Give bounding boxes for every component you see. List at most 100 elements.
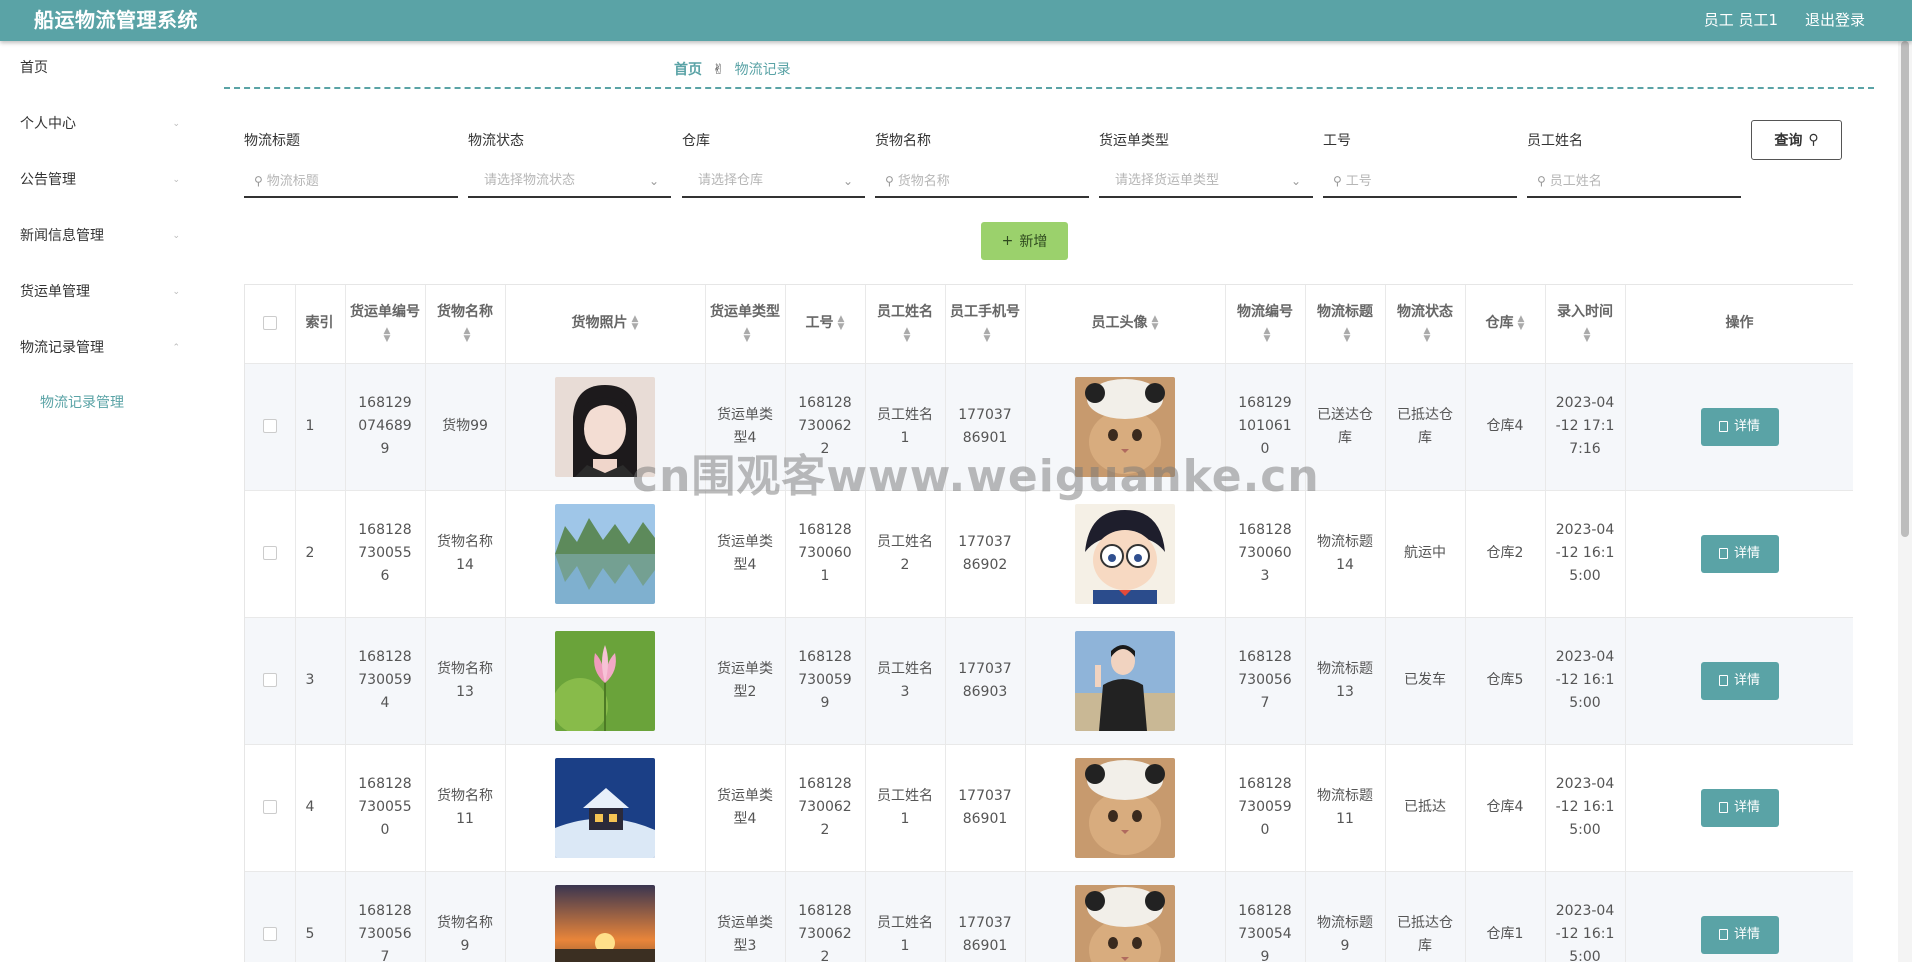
col-goods-img[interactable]: 货物照片 ▲ ▼ — [505, 285, 706, 364]
order-type-select[interactable]: 请选择货运单类型 ⌄ — [1099, 164, 1313, 198]
sidebar-item-orders[interactable]: 货运单管理 ⌄ — [20, 280, 180, 304]
col-order-no[interactable]: 货运单编号▲ ▼ — [345, 285, 426, 364]
employee-avatar[interactable] — [1075, 884, 1175, 962]
goods-photo[interactable] — [555, 630, 655, 731]
row-checkbox[interactable] — [245, 617, 296, 745]
table-header-row: 索引 货运单编号▲ ▼ 货物名称 ▲ ▼ 货物照片 ▲ ▼ 货运单类型▲ ▼ 工号 ▲ ▼ 员工… — [245, 285, 1853, 364]
sort-icon[interactable]: ▲ ▼ — [384, 326, 391, 343]
log-title-input[interactable]: ⚲ 物流标题 — [244, 164, 458, 198]
detail-button[interactable]: 详情 — [1700, 407, 1779, 446]
goods-photo[interactable] — [555, 884, 655, 962]
employee-no-input[interactable]: ⚲ 工号 — [1323, 164, 1517, 198]
row-checkbox[interactable] — [245, 363, 296, 491]
document-icon — [1718, 548, 1728, 559]
cell-type: 货运单类型2 — [705, 617, 786, 745]
cell-status: 已抵达 — [1385, 744, 1466, 872]
goods-name-input[interactable]: ⚲ 货物名称 — [875, 164, 1089, 198]
sidebar-item-notice[interactable]: 公告管理 ⌄ — [20, 168, 180, 192]
breadcrumb-home[interactable]: 首页 — [674, 62, 702, 78]
employee-avatar[interactable] — [1075, 376, 1175, 477]
sort-icon[interactable]: ▲ ▼ — [984, 326, 991, 343]
employee-name-input[interactable]: ⚲ 员工姓名 — [1527, 164, 1741, 198]
goods-photo[interactable] — [555, 503, 655, 604]
scrollbar-thumb[interactable] — [1901, 41, 1909, 537]
detail-button[interactable]: 详情 — [1700, 788, 1779, 827]
goods-photo[interactable] — [555, 376, 655, 477]
sidebar-item-news[interactable]: 新闻信息管理 ⌄ — [20, 224, 180, 248]
row-checkbox[interactable] — [245, 871, 296, 962]
cell-actions: 详情 — [1625, 617, 1853, 745]
goods-photo[interactable] — [555, 757, 655, 858]
cell-emp-name: 员工姓名1 — [865, 871, 946, 962]
logout-link[interactable]: 退出登录 — [1805, 0, 1865, 41]
employee-avatar[interactable] — [1075, 630, 1175, 731]
row-checkbox[interactable] — [245, 490, 296, 618]
sort-icon[interactable]: ▲ ▼ — [464, 326, 471, 343]
sidebar-subitem-logistics[interactable]: 物流记录管理 — [40, 392, 124, 412]
col-log-title[interactable]: 物流标题 ▲ ▼ — [1305, 285, 1386, 364]
col-emp-no[interactable]: 工号 ▲ ▼ — [785, 285, 866, 364]
sort-icon[interactable]: ▲ ▼ — [904, 326, 911, 343]
detail-button[interactable]: 详情 — [1700, 661, 1779, 700]
log-status-select[interactable]: 请选择物流状态 ⌄ — [468, 164, 671, 198]
sidebar-item-label: 物流记录管理 — [20, 340, 104, 356]
sort-icon[interactable]: ▲ ▼ — [1264, 326, 1271, 343]
cell-goods-img — [505, 871, 706, 962]
document-icon — [1718, 929, 1728, 940]
plus-icon: + — [1001, 233, 1014, 249]
add-button[interactable]: + 新增 — [981, 222, 1068, 260]
col-type[interactable]: 货运单类型▲ ▼ — [705, 285, 786, 364]
current-user[interactable]: 员工 员工1 — [1704, 0, 1778, 41]
sidebar-item-logistics[interactable]: 物流记录管理 ⌃ — [20, 336, 180, 360]
sort-icon[interactable]: ▲ ▼ — [1518, 315, 1525, 332]
cell-goods-img — [505, 744, 706, 872]
sort-icon[interactable]: ▲ ▼ — [1152, 315, 1159, 332]
filter-goods-name: 货物名称 ⚲ 货物名称 — [875, 126, 1089, 199]
cell-phone: 17703786901 — [945, 363, 1026, 491]
cell-emp-name: 员工姓名1 — [865, 363, 946, 491]
sort-icon[interactable]: ▲ ▼ — [838, 315, 845, 332]
col-log-no[interactable]: 物流编号 ▲ ▼ — [1225, 285, 1306, 364]
employee-avatar[interactable] — [1075, 503, 1175, 604]
search-icon: ⚲ — [1537, 174, 1546, 188]
sidebar-item-home[interactable]: 首页 — [20, 56, 180, 80]
cell-actions: 详情 — [1625, 744, 1853, 872]
detail-button[interactable]: 详情 — [1700, 534, 1779, 573]
table-row: 2 1681287300556 货物名称14 货运单类型4 1681287300601 员… — [245, 490, 1853, 618]
warehouse-select[interactable]: 请选择仓库 ⌄ — [682, 164, 865, 198]
cell-status: 已抵达仓库 — [1385, 871, 1466, 962]
select-all-checkbox[interactable] — [245, 285, 296, 364]
employee-avatar[interactable] — [1075, 757, 1175, 858]
sidebar-item-personal-center[interactable]: 个人中心 ⌄ — [20, 112, 180, 136]
query-button[interactable]: 查询 ⚲ — [1751, 120, 1842, 160]
col-emp-name[interactable]: 员工姓名 ▲ ▼ — [865, 285, 946, 364]
sort-icon[interactable]: ▲ ▼ — [1424, 326, 1431, 343]
col-time[interactable]: 录入时间 ▲ ▼ — [1545, 285, 1626, 364]
sort-icon[interactable]: ▲ ▼ — [1344, 326, 1351, 343]
cell-status: 已发车 — [1385, 617, 1466, 745]
filter-label: 员工姓名 — [1527, 133, 1583, 149]
sort-icon[interactable]: ▲ ▼ — [1584, 326, 1591, 343]
logistics-table: 索引 货运单编号▲ ▼ 货物名称 ▲ ▼ 货物照片 ▲ ▼ 货运单类型▲ ▼ 工号 ▲ ▼ 员工… — [244, 284, 1853, 962]
cell-warehouse: 仓库2 — [1465, 490, 1546, 618]
sidebar-item-label: 首页 — [20, 60, 48, 76]
add-button-label: 新增 — [1019, 234, 1048, 250]
col-status[interactable]: 物流状态 ▲ ▼ — [1385, 285, 1466, 364]
row-checkbox[interactable] — [245, 744, 296, 872]
chevron-down-icon: ⌄ — [172, 287, 180, 297]
cell-log-no: 1681287300549 — [1225, 871, 1306, 962]
col-goods[interactable]: 货物名称 ▲ ▼ — [425, 285, 506, 364]
cell-warehouse: 仓库4 — [1465, 363, 1546, 491]
sort-icon[interactable]: ▲ ▼ — [632, 315, 639, 332]
cell-order-no: 1681287300567 — [345, 871, 426, 962]
sort-icon[interactable]: ▲ ▼ — [744, 326, 751, 343]
cell-phone: 17703786901 — [945, 871, 1026, 962]
cell-goods: 货物名称14 — [425, 490, 506, 618]
col-phone[interactable]: 员工手机号▲ ▼ — [945, 285, 1026, 364]
col-avatar[interactable]: 员工头像 ▲ ▼ — [1025, 285, 1226, 364]
cell-goods-img — [505, 363, 706, 491]
chevron-down-icon: ⌄ — [172, 119, 180, 129]
pointer-hand-icon: ✌ — [712, 62, 725, 78]
col-warehouse[interactable]: 仓库 ▲ ▼ — [1465, 285, 1546, 364]
detail-button[interactable]: 详情 — [1700, 915, 1779, 954]
